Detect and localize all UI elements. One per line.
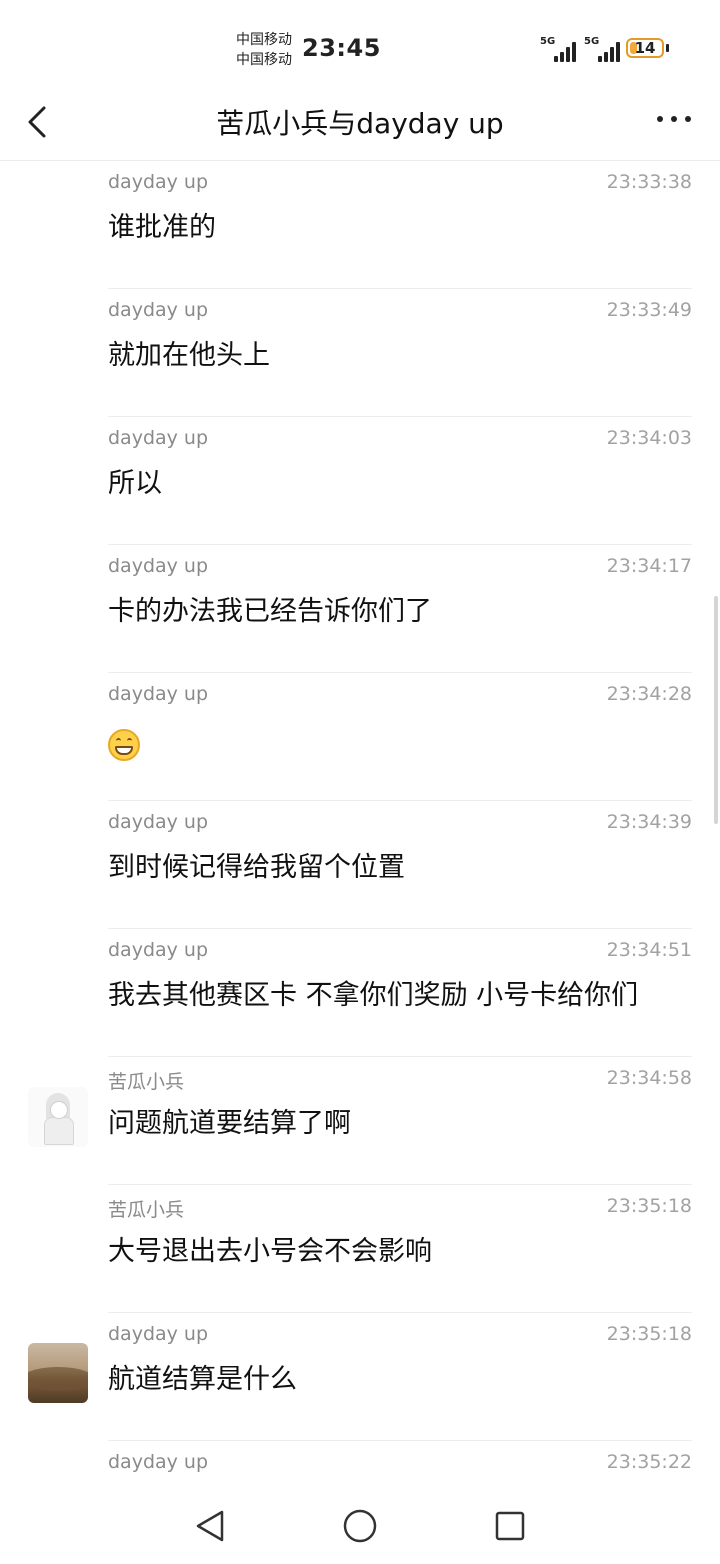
scrollbar[interactable] <box>714 596 718 824</box>
message-sender: dayday up <box>108 299 209 321</box>
system-nav-bar <box>0 1488 720 1564</box>
message-time: 23:33:38 <box>606 171 692 193</box>
message-text: 所以 <box>108 468 162 499</box>
signal-1-icon: 5G <box>540 36 580 62</box>
landscape-photo-avatar[interactable] <box>28 1343 88 1403</box>
square-recents-icon <box>495 1511 525 1541</box>
message-sender: dayday up <box>108 171 209 193</box>
nav-back-button[interactable] <box>190 1506 230 1546</box>
message-item[interactable]: dayday up 23:34:17 卡的办法我已经告诉你们了 <box>0 545 720 673</box>
message-sender: 苦瓜小兵 <box>108 1071 185 1093</box>
battery-tip <box>666 44 669 52</box>
carrier-labels: 中国移动 中国移动 <box>236 30 292 70</box>
message-text: 问题航道要结算了啊 <box>108 1108 351 1139</box>
signal-2-label: 5G <box>584 36 600 47</box>
triangle-back-icon <box>196 1510 224 1542</box>
status-bar: 中国移动 中国移动 23:45 5G 5G 14 <box>0 0 720 90</box>
grinning-face-icon <box>108 729 140 761</box>
message-item[interactable]: dayday up 23:34:39 到时候记得给我留个位置 <box>0 801 720 929</box>
message-list[interactable]: dayday up 23:33:38 谁批准的 dayday up 23:33:… <box>0 161 720 1485</box>
more-options-button[interactable] <box>654 112 694 126</box>
message-time: 23:35:18 <box>606 1323 692 1345</box>
message-time: 23:34:58 <box>606 1067 692 1089</box>
circle-home-icon <box>343 1509 377 1543</box>
message-item[interactable]: 苦瓜小兵 23:35:18 大号退出去小号会不会影响 <box>0 1185 720 1313</box>
message-item[interactable]: dayday up 23:33:49 就加在他头上 <box>0 289 720 417</box>
message-item[interactable]: dayday up 23:33:38 谁批准的 <box>0 161 720 289</box>
message-text: 卡的办法我已经告诉你们了 <box>108 596 432 627</box>
signal-2-icon: 5G <box>584 36 624 62</box>
anime-girl-avatar[interactable] <box>28 1087 88 1147</box>
message-time: 23:35:22 <box>606 1451 692 1473</box>
chat-title: 苦瓜小兵与dayday up <box>216 107 504 140</box>
message-item[interactable]: dayday up 23:35:22 <box>0 1441 720 1485</box>
message-time: 23:34:28 <box>606 683 692 705</box>
message-time: 23:34:17 <box>606 555 692 577</box>
message-item[interactable]: dayday up 23:34:03 所以 <box>0 417 720 545</box>
message-text: 我去其他赛区卡 不拿你们奖励 小号卡给你们 <box>108 980 639 1011</box>
message-text: 谁批准的 <box>108 212 216 243</box>
chat-header: 苦瓜小兵与dayday up <box>0 90 720 161</box>
carrier-1: 中国移动 <box>236 32 292 48</box>
battery-icon: 14 <box>626 38 664 58</box>
message-time: 23:34:03 <box>606 427 692 449</box>
message-time: 23:34:39 <box>606 811 692 833</box>
signal-1-label: 5G <box>540 36 556 47</box>
message-sender: dayday up <box>108 555 209 577</box>
message-sender: dayday up <box>108 427 209 449</box>
message-text: 就加在他头上 <box>108 340 270 371</box>
message-sender: dayday up <box>108 683 209 705</box>
message-sender: 苦瓜小兵 <box>108 1199 185 1221</box>
nav-home-button[interactable] <box>340 1506 380 1546</box>
status-clock: 23:45 <box>302 34 381 62</box>
message-time: 23:33:49 <box>606 299 692 321</box>
message-item[interactable]: dayday up 23:34:28 <box>0 673 720 801</box>
message-sender: dayday up <box>108 1323 209 1345</box>
message-text: 航道结算是什么 <box>108 1364 297 1395</box>
nav-recents-button[interactable] <box>490 1506 530 1546</box>
battery-level: 14 <box>634 39 656 57</box>
message-sender: dayday up <box>108 939 209 961</box>
message-time: 23:35:18 <box>606 1195 692 1217</box>
message-item[interactable]: dayday up 23:35:18 航道结算是什么 <box>0 1313 720 1441</box>
message-time: 23:34:51 <box>606 939 692 961</box>
message-item[interactable]: 苦瓜小兵 23:34:58 问题航道要结算了啊 <box>0 1057 720 1185</box>
message-sender: dayday up <box>108 1451 209 1473</box>
message-text: 大号退出去小号会不会影响 <box>108 1236 432 1267</box>
message-item[interactable]: dayday up 23:34:51 我去其他赛区卡 不拿你们奖励 小号卡给你们 <box>0 929 720 1057</box>
message-text: 到时候记得给我留个位置 <box>108 852 405 883</box>
message-sender: dayday up <box>108 811 209 833</box>
carrier-2: 中国移动 <box>236 52 292 68</box>
